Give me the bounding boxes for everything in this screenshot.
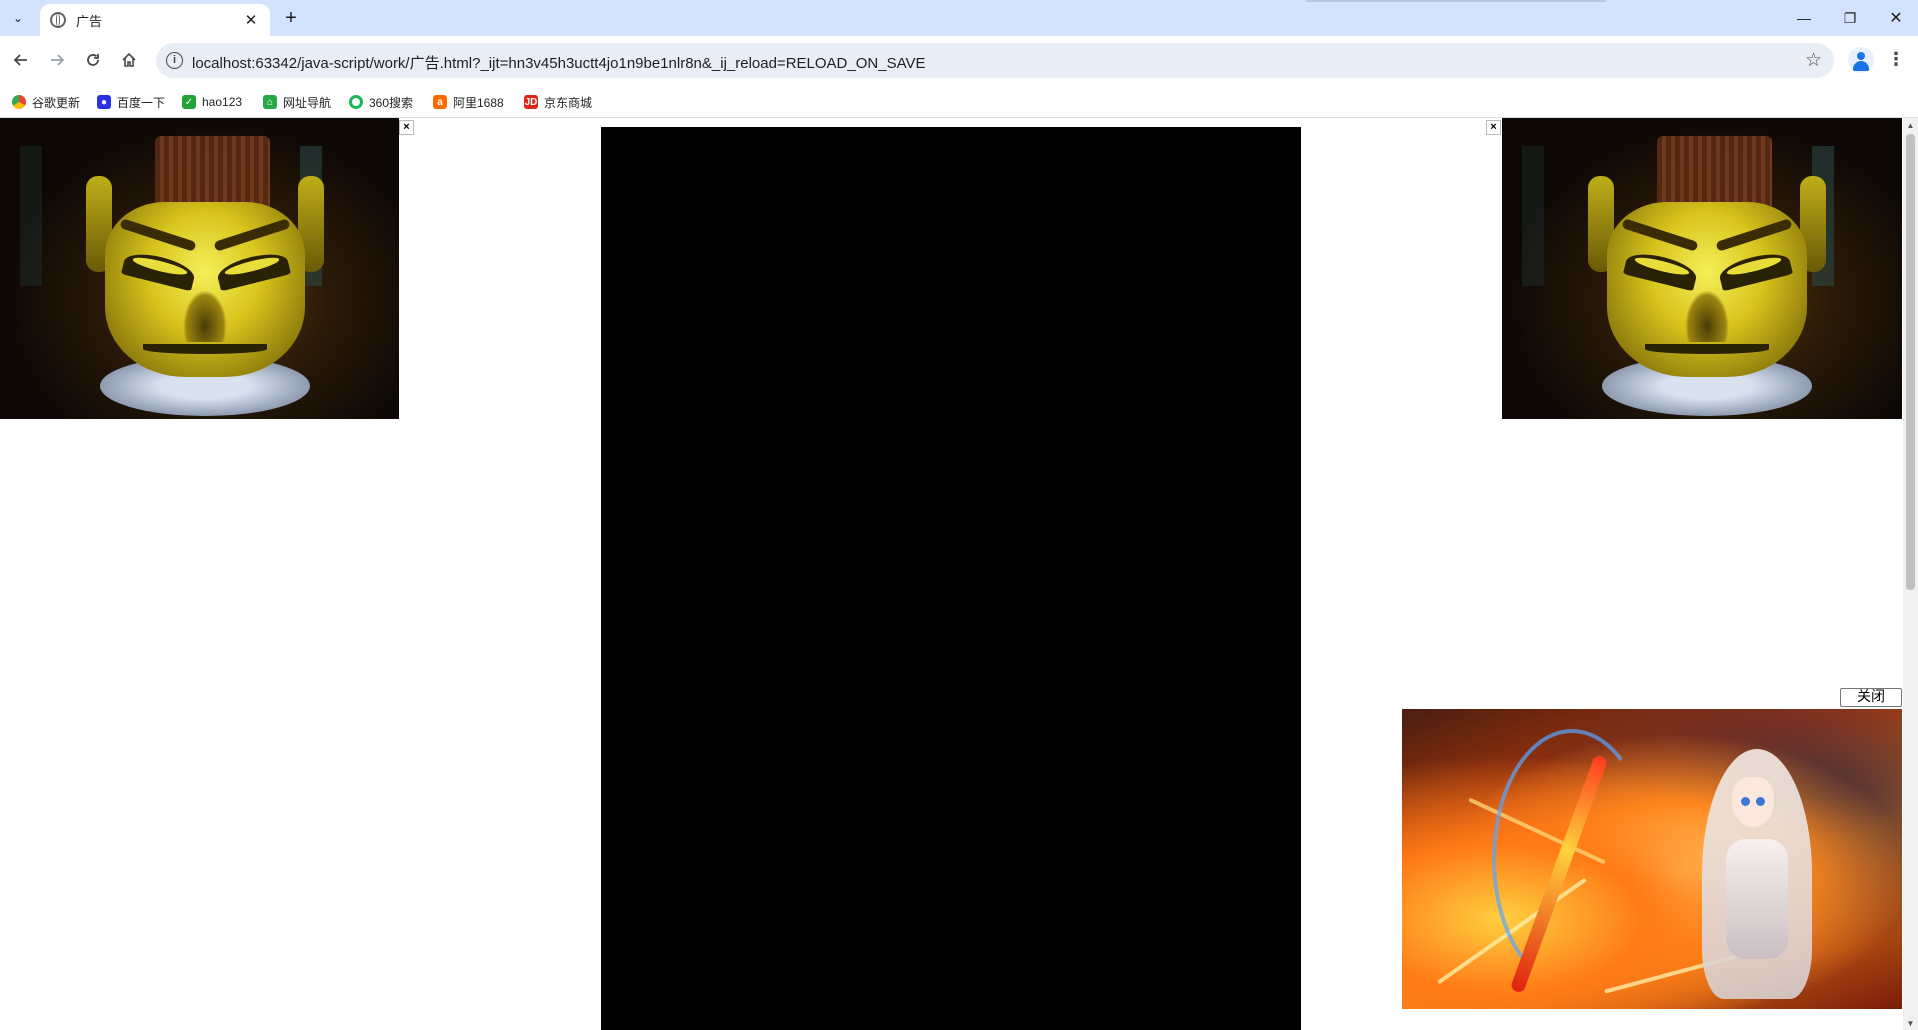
bookmark-item[interactable]: a 阿里1688 (433, 91, 504, 113)
bronze-mask-image (1607, 202, 1807, 377)
address-bar[interactable]: i localhost:63342/java-script/work/广告.ht… (156, 43, 1834, 78)
reload-button[interactable] (79, 46, 107, 74)
chevron-down-icon: ⌄ (12, 11, 24, 25)
home-icon (122, 52, 136, 67)
bookmark-item[interactable]: 谷歌更新 (12, 91, 80, 113)
jd-icon: JD (524, 95, 538, 109)
reload-icon (87, 54, 99, 66)
url-text[interactable]: localhost:63342/java-script/work/广告.html… (192, 52, 925, 73)
mask-crown (155, 136, 270, 206)
tab-search-button[interactable]: ⌄ (6, 6, 30, 30)
forward-button[interactable] (43, 46, 71, 74)
window-close-button[interactable]: ✕ (1874, 0, 1918, 36)
popup-close-button[interactable]: 关闭 (1840, 688, 1902, 707)
right-ad-image[interactable] (1502, 118, 1902, 419)
profile-avatar[interactable] (1848, 47, 1874, 73)
left-ad-image[interactable] (0, 118, 399, 419)
tab-title: 广告 (76, 13, 103, 29)
360-icon (349, 95, 363, 109)
black-panel (601, 127, 1301, 1030)
new-tab-button[interactable]: + (278, 6, 304, 32)
browser-toolbar: i localhost:63342/java-script/work/广告.ht… (0, 36, 1918, 85)
ali1688-icon: a (433, 95, 447, 109)
forward-arrow-icon (51, 54, 65, 66)
popup-ad-image[interactable] (1402, 709, 1902, 1009)
bookmark-item[interactable]: JD 京东商城 (524, 91, 592, 113)
site-info-icon[interactable]: i (166, 52, 183, 69)
left-ad-close-button[interactable]: × (399, 120, 414, 135)
bookmark-item[interactable]: 360搜索 (349, 91, 413, 113)
bronze-mask-image (105, 202, 305, 377)
mask-crown (1657, 136, 1772, 206)
chrome-icon (12, 95, 26, 109)
profile-icon (1857, 52, 1865, 60)
anime-character (1702, 749, 1812, 999)
home-button[interactable] (115, 46, 143, 74)
bookmark-star-icon[interactable]: ☆ (1805, 49, 1822, 72)
bookmarks-bar: 谷歌更新 ● 百度一下 ✓ hao123 ⌂ 网址导航 360搜索 a 阿里16… (0, 85, 1918, 118)
scroll-up-arrow-icon[interactable]: ▲ (1906, 120, 1915, 132)
bookmark-item[interactable]: ✓ hao123 (182, 91, 242, 113)
scroll-down-arrow-icon[interactable]: ▼ (1906, 1018, 1915, 1030)
page-content: × × 关闭 (0, 118, 1918, 1030)
globe-icon (50, 12, 66, 28)
restore-button[interactable]: ❐ (1828, 0, 1872, 36)
scrollbar-thumb[interactable] (1906, 134, 1915, 590)
right-ad-close-button[interactable]: × (1486, 120, 1501, 135)
tab-active[interactable]: 广告 ✕ (40, 4, 270, 36)
vertical-scrollbar[interactable]: ▲ ▼ (1903, 118, 1918, 1030)
bookmark-item[interactable]: ⌂ 网址导航 (263, 91, 331, 113)
anime-warrior-image (1402, 709, 1902, 1009)
minimize-button[interactable]: — (1782, 0, 1826, 36)
back-button[interactable] (7, 46, 35, 74)
tab-strip-highlight (1306, 0, 1606, 2)
bookmark-item[interactable]: ● 百度一下 (97, 91, 165, 113)
baidu-icon: ● (97, 95, 111, 109)
kebab-menu-icon[interactable]: ⋮ (1884, 48, 1908, 72)
tab-close-button[interactable]: ✕ (242, 11, 260, 29)
tab-strip: ⌄ 广告 ✕ + — ❐ ✕ (0, 0, 1918, 36)
back-arrow-icon (13, 54, 27, 66)
nav-site-icon: ⌂ (263, 95, 277, 109)
hao123-icon: ✓ (182, 95, 196, 109)
